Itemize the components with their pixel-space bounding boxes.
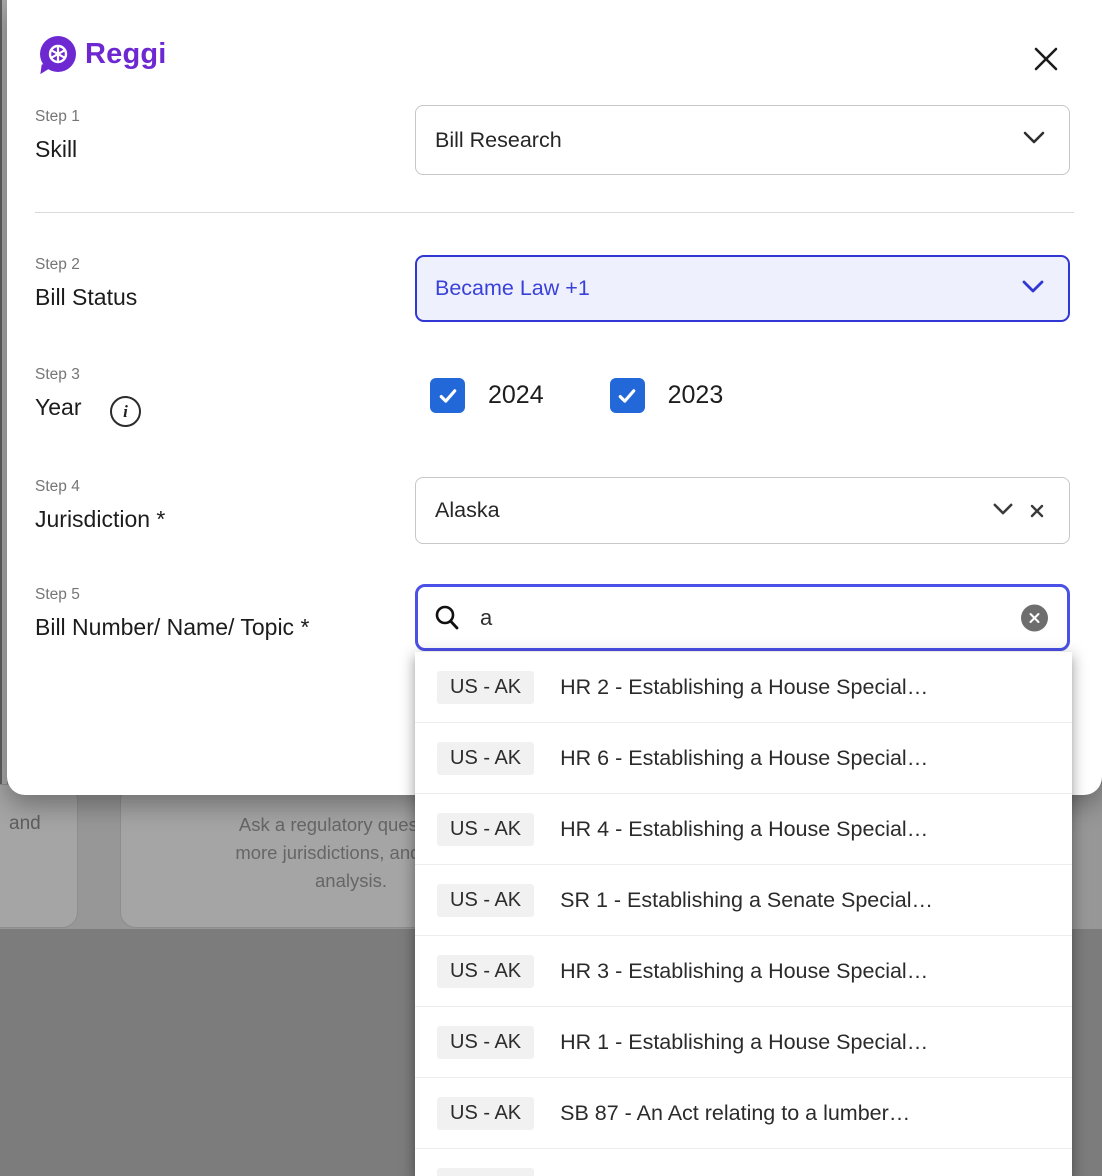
jurisdiction-value: Alaska [435,498,500,523]
search-result-row[interactable]: US - AK [415,1149,1072,1176]
bill-title: HR 1 - Establishing a House Special… [560,1030,928,1055]
year-option-2024: 2024 [430,378,544,413]
bill-title: SR 1 - Establishing a Senate Special… [560,888,933,913]
chevron-down-icon [1023,131,1045,149]
region-badge: US - AK [437,742,534,775]
step5-number: Step 5 [35,586,80,604]
close-icon[interactable] [1029,42,1063,76]
step2-number: Step 2 [35,256,80,274]
search-result-row[interactable]: US - AK SB 87 - An Act relating to a lumb… [415,1078,1072,1149]
bill-search-value: a [480,605,492,631]
step3-label: Year [35,394,81,421]
region-badge: US - AK [437,1097,534,1130]
step4-number: Step 4 [35,478,80,496]
brand-logo: Reggi [40,36,167,72]
search-results-dropdown: US - AK HR 2 - Establishing a House Speci… [415,652,1072,1176]
chat-bubble-logo-icon [40,36,76,72]
checkbox-2023-checked[interactable] [610,378,645,413]
dimmed-card-left: and [0,784,78,928]
step3-number: Step 3 [35,366,80,384]
skill-select[interactable]: Bill Research [415,105,1070,175]
step1-label: Skill [35,136,77,163]
year-options: 2024 2023 [430,378,789,413]
step1-number: Step 1 [35,108,80,126]
info-icon[interactable]: i [110,396,141,427]
step5-label: Bill Number/ Name/ Topic * [35,614,309,641]
year-checkbox-label: 2023 [668,381,724,410]
jurisdiction-select[interactable]: Alaska [415,477,1070,544]
section-divider [35,212,1074,213]
search-result-row[interactable]: US - AK HR 1 - Establishing a House Speci… [415,1007,1072,1078]
year-option-2023: 2023 [610,378,724,413]
search-result-row[interactable]: US - AK HR 3 - Establishing a House Speci… [415,936,1072,1007]
bill-title: HR 2 - Establishing a House Special… [560,675,928,700]
region-badge: US - AK [437,813,534,846]
bill-status-select[interactable]: Became Law +1 [415,255,1070,322]
bill-search-input[interactable]: a [415,584,1070,651]
step4-label: Jurisdiction * [35,506,165,533]
chevron-down-icon [1022,280,1044,298]
region-badge: US - AK [437,884,534,917]
page-edge-line [0,0,2,795]
search-icon [433,604,461,632]
bill-title: SB 87 - An Act relating to a lumber… [560,1101,910,1126]
search-result-row[interactable]: US - AK HR 6 - Establishing a House Speci… [415,723,1072,794]
bill-title: HR 4 - Establishing a House Special… [560,817,928,842]
chevron-down-icon [993,502,1013,520]
bill-title: HR 6 - Establishing a House Special… [560,746,928,771]
bill-status-value: Became Law +1 [435,276,590,301]
search-result-row[interactable]: US - AK SR 1 - Establishing a Senate Spec… [415,865,1072,936]
year-checkbox-label: 2024 [488,381,544,410]
clear-jurisdiction-icon[interactable] [1029,503,1045,519]
dimmed-card-left-text: and [9,813,41,835]
region-badge: US - AK [437,955,534,988]
search-result-row[interactable]: US - AK HR 2 - Establishing a House Speci… [415,652,1072,723]
clear-search-icon[interactable] [1021,604,1048,631]
region-badge: US - AK [437,1168,534,1176]
step2-label: Bill Status [35,284,137,311]
brand-name: Reggi [85,38,167,71]
skill-select-value: Bill Research [435,128,562,153]
search-result-row[interactable]: US - AK HR 4 - Establishing a House Speci… [415,794,1072,865]
bill-title: HR 3 - Establishing a House Special… [560,959,928,984]
region-badge: US - AK [437,1026,534,1059]
checkbox-2024-checked[interactable] [430,378,465,413]
backdrop-left-strip [0,0,7,795]
region-badge: US - AK [437,671,534,704]
